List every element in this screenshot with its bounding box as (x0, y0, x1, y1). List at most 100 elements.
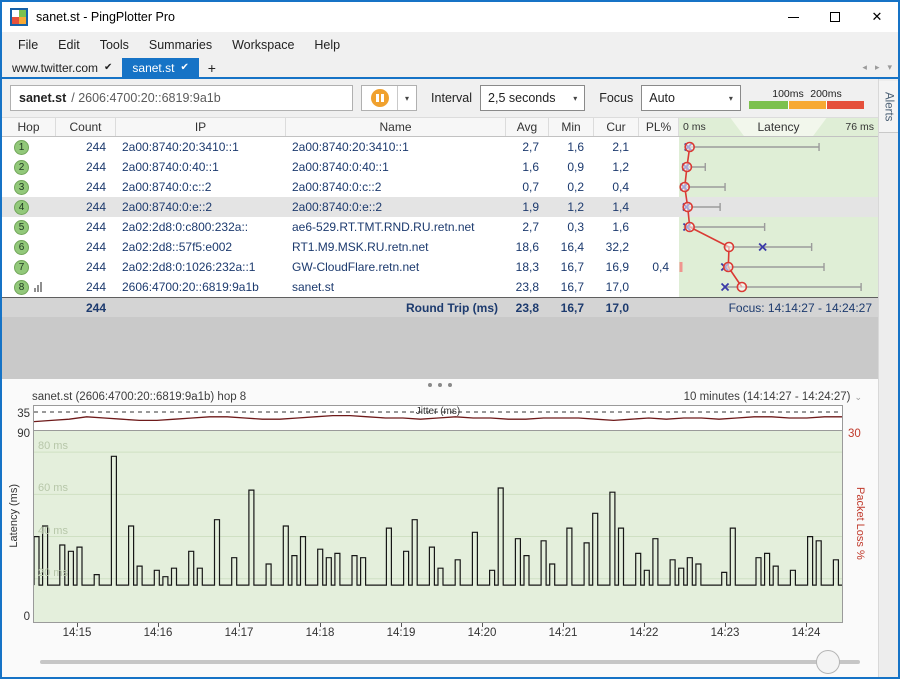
hop-avg: 23,8 (515, 280, 539, 294)
pause-dropdown-button[interactable]: ▾ (398, 86, 416, 110)
time-tick-label: 14:17 (224, 627, 254, 639)
timeline-title: sanet.st (2606:4700:20::6819:9a1b) hop 8 (32, 391, 247, 403)
hop-cur: 1,6 (612, 220, 629, 234)
hop-pl (639, 157, 679, 177)
hop-latency-cell (679, 197, 878, 217)
tab-scroll-left-icon[interactable]: ◂ (862, 62, 867, 73)
tab-scroll-right-icon[interactable]: ▸ (875, 62, 880, 73)
latency-timeline-chart (33, 451, 842, 586)
interval-select[interactable]: 2,5 seconds ▾ (480, 85, 586, 111)
hop-count: 244 (85, 180, 106, 194)
menu-edit[interactable]: Edit (48, 38, 90, 52)
hop-ip: 2a00:8740:0:40::1 (122, 160, 219, 174)
time-tick-label: 14:23 (710, 627, 740, 639)
hop-min: 0,3 (567, 220, 584, 234)
hop-latency-cell (679, 157, 878, 177)
menu-help[interactable]: Help (304, 38, 350, 52)
legend-gradient-bar (748, 100, 864, 109)
hop-ip: 2a02:2d8:0:c800:232a:: (122, 220, 249, 234)
chevron-down-icon: ⌄ (854, 391, 862, 402)
hop-pl (639, 217, 679, 237)
hop-avg: 1,6 (522, 160, 539, 174)
col-header-avg[interactable]: Avg (506, 118, 549, 136)
hop-count: 244 (85, 140, 106, 154)
col-header-pl[interactable]: PL% (639, 118, 679, 136)
menu-summaries[interactable]: Summaries (139, 38, 222, 52)
col-header-hop[interactable]: Hop (2, 118, 56, 136)
close-button[interactable]: ✕ (856, 2, 898, 32)
tab-www-twitter-com[interactable]: www.twitter.com ✔ (2, 58, 122, 77)
time-tick-mark (320, 623, 321, 627)
menu-file[interactable]: File (8, 38, 48, 52)
minimize-button[interactable] (772, 2, 814, 32)
hop-row[interactable]: 7 244 2a02:2d8:0:1026:232a::1 GW-CloudFl… (2, 257, 878, 277)
col-header-ip[interactable]: IP (116, 118, 286, 136)
hop-cur: 1,4 (612, 200, 629, 214)
hop-count: 244 (85, 160, 106, 174)
hop-count: 244 (85, 280, 106, 294)
hop-number-badge: 2 (14, 159, 29, 175)
hop-avg: 2,7 (522, 140, 539, 154)
grid-line-label: 60 ms (38, 482, 68, 495)
hop-latency-cell (679, 137, 878, 157)
tab-sanet-st[interactable]: sanet.st ✔ (122, 58, 199, 77)
focus-select[interactable]: Auto ▾ (641, 85, 741, 111)
round-trip-row: 244 Round Trip (ms) 23,8 16,7 17,0 Focus… (2, 297, 878, 317)
tab-bar: www.twitter.com ✔ sanet.st ✔ + ◂ ▸ ▾ (2, 58, 898, 77)
hop-min: 1,2 (567, 200, 584, 214)
hop-number-badge: 3 (14, 179, 29, 195)
packet-loss-axis-max: 30 (848, 428, 861, 440)
hop-min: 16,4 (560, 240, 584, 254)
minimize-icon (787, 16, 799, 18)
tab-list-dropdown-icon[interactable]: ▾ (887, 62, 892, 73)
col-header-count[interactable]: Count (56, 118, 116, 136)
col-header-latency[interactable]: 0 ms Latency 76 ms (679, 118, 878, 136)
chevron-down-icon: ▾ (573, 93, 578, 103)
hop-min: 16,7 (560, 260, 584, 274)
hop-latency-cell (679, 257, 878, 277)
hop-row[interactable]: 8 244 2606:4700:20::6819:9a1b sanet.st 2… (2, 277, 878, 297)
app-icon (10, 8, 28, 26)
focus-range-text: Focus: 14:14:27 - 14:24:27 (728, 300, 872, 315)
timeline-range-select[interactable]: 10 minutes (14:14:27 - 14:24:27) (684, 391, 851, 403)
maximize-icon (830, 12, 840, 22)
pane-splitter-handle[interactable] (2, 379, 878, 391)
hop-pl (639, 177, 679, 197)
scrollbar-track[interactable] (40, 660, 860, 664)
menu-workspace[interactable]: Workspace (222, 38, 304, 52)
scrollbar-thumb[interactable] (816, 650, 840, 674)
hop-row[interactable]: 4 244 2a00:8740:0:e::2 2a00:8740:0:e::2 … (2, 197, 878, 217)
time-tick-mark (482, 623, 483, 627)
hop-row[interactable]: 6 244 2a02:2d8::57f5:e002 RT1.M9.MSK.RU.… (2, 237, 878, 257)
timeline-scrollbar[interactable] (10, 649, 870, 675)
hop-cur: 1,2 (612, 160, 629, 174)
latency-timeline-plot[interactable]: 80 ms 60 ms 40 ms 20 ms (33, 431, 843, 623)
packet-loss-axis-label: Packet Loss % (854, 487, 866, 560)
col-header-name[interactable]: Name (286, 118, 506, 136)
maximize-button[interactable] (814, 2, 856, 32)
hop-min: 0,9 (567, 160, 584, 174)
hop-row[interactable]: 2 244 2a00:8740:0:40::1 2a00:8740:0:40::… (2, 157, 878, 177)
hop-number-badge: 8 (14, 279, 29, 295)
hop-pl (639, 277, 679, 297)
hop-cur: 2,1 (612, 140, 629, 154)
menu-tools[interactable]: Tools (90, 38, 139, 52)
hop-latency-cell (679, 217, 878, 237)
time-tick-mark (77, 623, 78, 627)
hop-cur: 16,9 (605, 260, 629, 274)
hop-row[interactable]: 1 244 2a00:8740:20:3410::1 2a00:8740:20:… (2, 137, 878, 157)
hop-ip: 2a00:8740:20:3410::1 (122, 140, 239, 154)
hop-pl (639, 137, 679, 157)
hop-row[interactable]: 5 244 2a02:2d8:0:c800:232a:: ae6-529.RT.… (2, 217, 878, 237)
new-tab-button[interactable]: + (199, 58, 225, 77)
alerts-panel-tab[interactable]: Alerts (879, 81, 898, 133)
interval-value: 2,5 seconds (488, 91, 556, 105)
col-header-cur[interactable]: Cur (594, 118, 639, 136)
col-header-min[interactable]: Min (549, 118, 594, 136)
hop-row[interactable]: 3 244 2a00:8740:0:c::2 2a00:8740:0:c::2 … (2, 177, 878, 197)
target-input[interactable]: sanet.st / 2606:4700:20::6819:9a1b (10, 85, 354, 111)
pause-button[interactable] (362, 86, 399, 110)
hop-name: ae6-529.RT.TMT.RND.RU.retn.net (292, 220, 475, 234)
hop-pl (639, 197, 679, 217)
legend-200ms-label: 200ms (810, 87, 842, 100)
